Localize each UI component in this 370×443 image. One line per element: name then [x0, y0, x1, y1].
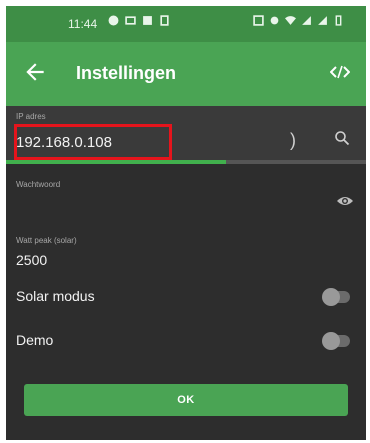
back-arrow-icon[interactable]	[22, 59, 48, 85]
demo-switch[interactable]	[322, 332, 350, 350]
status-bar: 11:44	[6, 6, 366, 42]
eye-icon[interactable]	[336, 194, 354, 208]
demo-row[interactable]: Demo	[6, 320, 366, 366]
highlight-box	[14, 124, 172, 160]
solar-mode-row[interactable]: Solar modus	[6, 276, 366, 322]
watt-peak-label: Watt peak (solar)	[16, 236, 77, 245]
signal-icon	[302, 16, 311, 25]
screen-icon	[125, 16, 136, 25]
text-cursor: )	[290, 130, 296, 150]
wifi-icon	[285, 16, 296, 25]
mute-icon	[270, 16, 279, 25]
ip-progress-fill	[6, 160, 226, 164]
password-field[interactable]: Wachtwoord	[6, 166, 366, 226]
battery-icon	[335, 15, 342, 26]
app-bar: Instellingen	[6, 42, 366, 106]
page-title: Instellingen	[76, 63, 177, 83]
solar-mode-switch[interactable]	[322, 288, 350, 306]
solar-mode-label: Solar modus	[16, 288, 95, 304]
image-icon	[143, 16, 152, 25]
demo-switch-knob	[322, 332, 340, 350]
ok-button[interactable]: OK	[24, 384, 348, 416]
phone-frame: 11:44 Instellingen IP adres 192.168.0.10…	[0, 0, 370, 443]
status-icons-left	[108, 15, 170, 26]
screen: 11:44 Instellingen IP adres 192.168.0.10…	[6, 6, 366, 440]
signal-icon-2	[318, 16, 327, 25]
code-icon[interactable]	[330, 64, 350, 80]
search-icon[interactable]	[334, 130, 350, 146]
nfc-icon	[253, 15, 264, 26]
demo-label: Demo	[16, 332, 54, 348]
watt-peak-field[interactable]: Watt peak (solar) 2500	[6, 228, 366, 282]
doc-icon	[160, 15, 169, 26]
ip-progress-track	[6, 160, 366, 164]
solar-mode-switch-knob	[322, 288, 340, 306]
watt-peak-input[interactable]: 2500	[16, 252, 47, 268]
status-time: 11:44	[68, 17, 98, 31]
notification-icon	[108, 15, 119, 26]
status-icons-right	[253, 15, 344, 26]
password-label: Wachtwoord	[16, 180, 61, 189]
ip-address-label: IP adres	[16, 112, 46, 121]
